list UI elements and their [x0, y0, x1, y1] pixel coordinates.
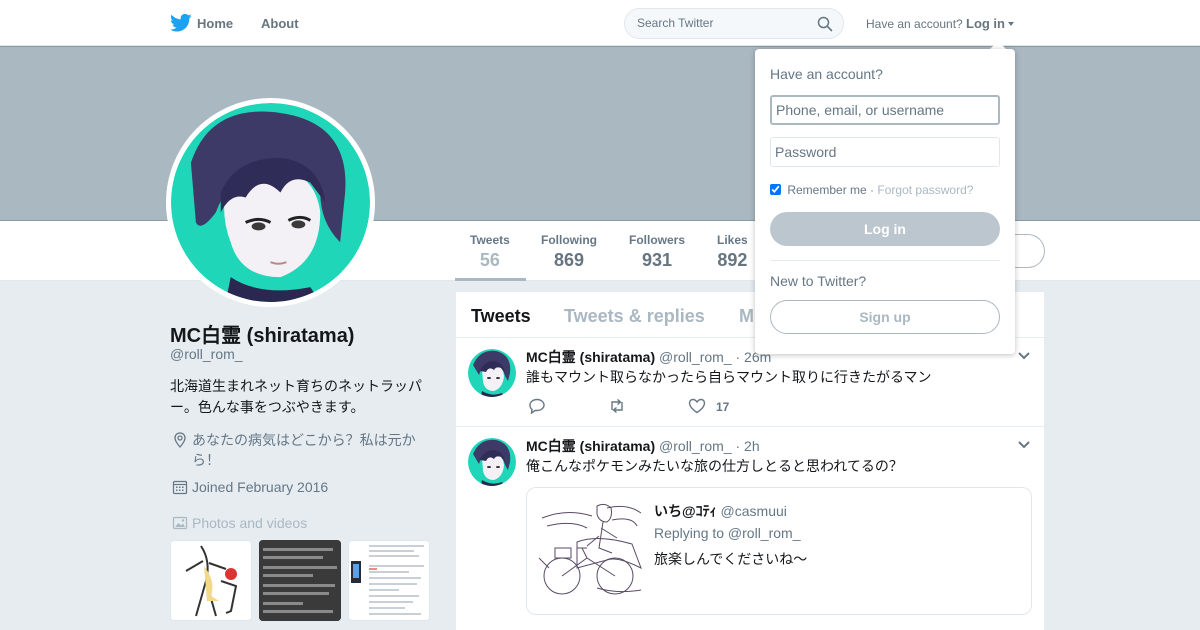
- stat-likes[interactable]: Likes 892: [717, 233, 748, 271]
- tweet-author-handle[interactable]: @roll_rom_: [659, 349, 732, 365]
- username-field[interactable]: [770, 95, 1000, 125]
- divider: [770, 260, 1000, 261]
- login-dropdown-toggle[interactable]: Log in: [966, 16, 1005, 31]
- sketch-illustration: [538, 503, 642, 595]
- password-field[interactable]: [770, 137, 1000, 167]
- remember-me-label[interactable]: Remember me: [787, 183, 866, 197]
- quoted-tweet-text: 旅楽しんでくださいね〜: [654, 551, 808, 567]
- quoted-tweet-header: いち@ｺﾃｨ @casmuui: [654, 501, 787, 521]
- login-dropdown: Have an account? Remember me · Forgot pa…: [755, 49, 1015, 354]
- thumbnail-illustration: [185, 545, 238, 617]
- stat-value: 869: [553, 250, 585, 270]
- like-count: 17: [716, 400, 730, 414]
- signup-button[interactable]: Sign up: [770, 300, 1000, 334]
- tweet-author-name[interactable]: MC白霊 (shiratama): [526, 349, 655, 365]
- chevron-down-icon[interactable]: [1018, 441, 1030, 449]
- nav-about-link[interactable]: About: [261, 16, 299, 31]
- search-icon[interactable]: [817, 16, 833, 32]
- tweet-header: MC白霊 (shiratama) @roll_rom_ · 2h: [526, 436, 760, 456]
- new-to-twitter-text: New to Twitter?: [770, 273, 867, 289]
- profile-bio: 北海道生まれネット育ちのネットラッパー。色んな事をつぶやきます。: [170, 378, 422, 415]
- chevron-down-icon[interactable]: [1018, 352, 1030, 360]
- tab-tweets[interactable]: Tweets: [471, 306, 531, 327]
- stat-value: 892: [717, 250, 748, 270]
- nav-home-link[interactable]: Home: [197, 16, 233, 31]
- avatar-illustration: [171, 103, 370, 302]
- tweet-text: 俺こんなポケモンみたいな旅の仕方しとると思われてるの？: [526, 458, 903, 474]
- location-pin-icon: [174, 432, 186, 448]
- thumbnail-screenshot: [351, 545, 424, 615]
- photos-videos-header[interactable]: Photos and videos: [170, 515, 307, 531]
- location-text: あなたの病気はどこから？私は元から！: [192, 432, 416, 468]
- media-thumbnail[interactable]: [170, 540, 252, 621]
- tweet-header: MC白霊 (shiratama) @roll_rom_ · 26m: [526, 347, 771, 367]
- tab-tweets-replies[interactable]: Tweets & replies: [564, 306, 705, 327]
- quoted-author-name[interactable]: いち@ｺﾃｨ: [654, 503, 717, 519]
- quoted-tweet-image[interactable]: [537, 498, 643, 602]
- joined-text: Joined February 2016: [192, 479, 329, 495]
- stat-label: Likes: [717, 233, 748, 247]
- thumbnail-dark-text: [259, 540, 341, 621]
- reply-icon[interactable]: [528, 398, 546, 414]
- calendar-icon: [172, 480, 188, 495]
- stat-label: Followers: [629, 233, 686, 247]
- tweet[interactable]: MC白霊 (shiratama) @roll_rom_ · 2h 俺こんなポケモ…: [456, 427, 1044, 630]
- tweet-avatar[interactable]: [468, 438, 516, 486]
- forgot-password-link[interactable]: Forgot password?: [877, 183, 973, 197]
- login-button[interactable]: Log in: [770, 212, 1000, 246]
- stat-tweets[interactable]: Tweets 56: [470, 233, 510, 271]
- dropdown-title: Have an account?: [770, 66, 883, 82]
- like-heart-icon[interactable]: [688, 398, 706, 414]
- stat-value: 931: [641, 250, 673, 270]
- twitter-bird-icon[interactable]: [170, 13, 192, 33]
- active-stat-underline: [455, 278, 526, 281]
- tweet-avatar-image: [468, 438, 516, 486]
- tab-media[interactable]: M: [739, 306, 754, 327]
- tweet-timestamp[interactable]: · 2h: [736, 438, 760, 454]
- profile-joined: Joined February 2016: [170, 479, 328, 495]
- stat-label: Following: [541, 233, 597, 247]
- retweet-icon[interactable]: [608, 398, 626, 414]
- separator-dot: ·: [870, 183, 875, 197]
- tweet-avatar-image: [468, 349, 516, 397]
- remember-me-checkbox[interactable]: [770, 184, 781, 195]
- profile-avatar[interactable]: [166, 98, 375, 307]
- stat-following[interactable]: Following 869: [541, 233, 597, 271]
- tweet-author-name[interactable]: MC白霊 (shiratama): [526, 438, 655, 454]
- stat-label: Tweets: [470, 233, 510, 247]
- media-thumbnail[interactable]: [348, 540, 430, 621]
- quoted-author-handle[interactable]: @casmuui: [721, 503, 787, 519]
- quoted-tweet[interactable]: いち@ｺﾃｨ @casmuui Replying to @roll_rom_ 旅…: [526, 487, 1032, 615]
- search-input[interactable]: [637, 16, 807, 30]
- tweet-text: 誰もマウント取らなかったら自らマウント取りに行きたがるマン: [526, 369, 932, 385]
- caret-down-icon[interactable]: [1008, 22, 1014, 26]
- tweet-avatar[interactable]: [468, 349, 516, 397]
- search-box: [624, 8, 844, 39]
- stat-value: 56: [479, 250, 500, 270]
- photo-icon: [172, 516, 188, 530]
- media-thumbnail[interactable]: [259, 540, 341, 621]
- stat-followers[interactable]: Followers 931: [629, 233, 685, 271]
- profile-name[interactable]: MC白霊 (shiratama): [170, 319, 354, 348]
- profile-location: あなたの病気はどこから？私は元から！: [170, 430, 430, 470]
- replying-to[interactable]: Replying to @roll_rom_: [654, 525, 801, 541]
- have-account-text: Have an account?: [866, 17, 963, 31]
- profile-handle[interactable]: @roll_rom_: [170, 346, 243, 362]
- top-navigation-bar: Home About Have an account? Log in: [0, 0, 1200, 46]
- remember-row: Remember me · Forgot password?: [770, 183, 973, 197]
- tweet-author-handle[interactable]: @roll_rom_: [659, 438, 732, 454]
- photos-videos-link[interactable]: Photos and videos: [192, 515, 307, 531]
